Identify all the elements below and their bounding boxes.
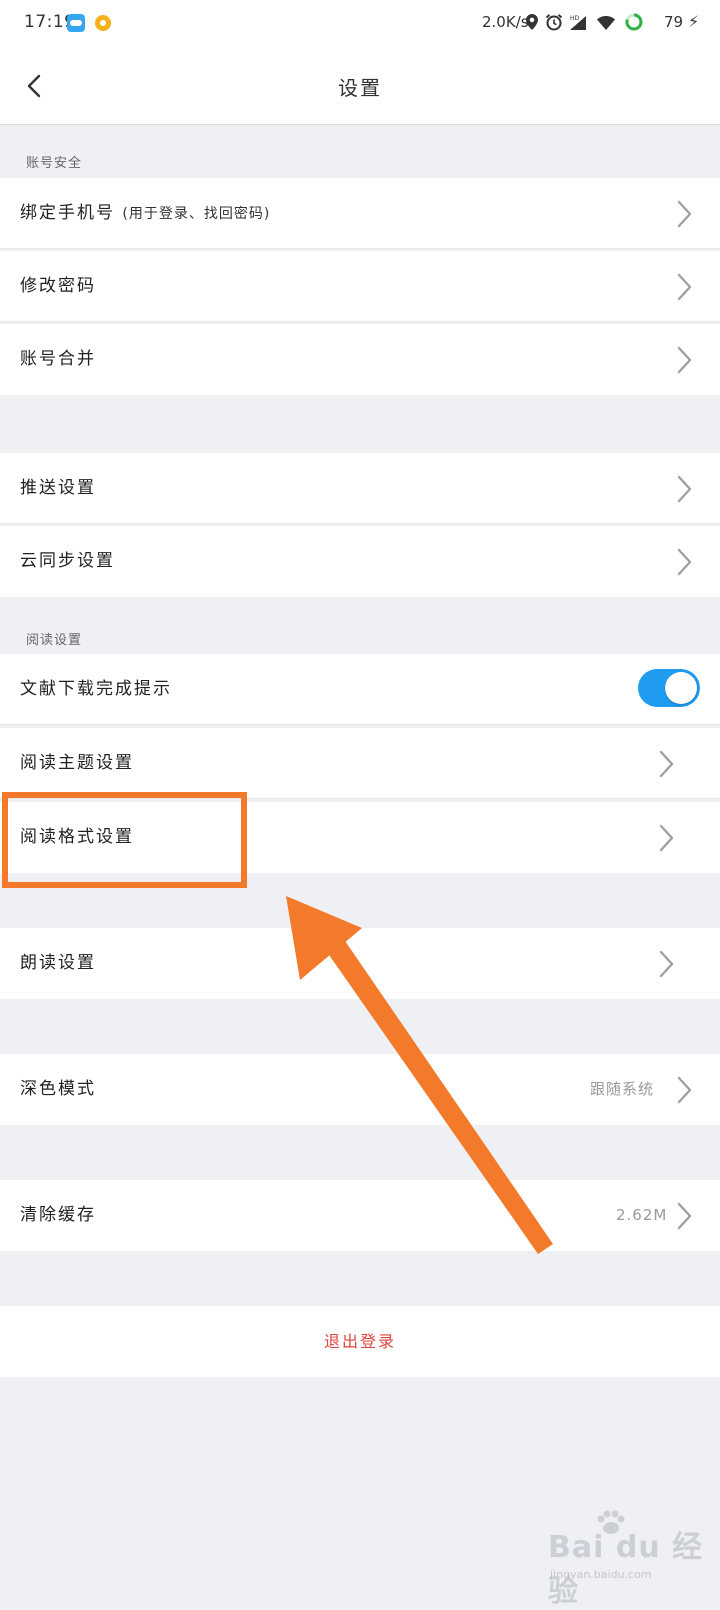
wifi-icon — [597, 16, 615, 30]
status-bar: 17:19 2.0K/s HD 79 ⚡ — [0, 0, 720, 48]
bind-phone-label: 绑定手机号 (用于登录、找回密码) — [20, 203, 271, 223]
watermark-url: jingyan.baidu.com — [550, 1568, 652, 1581]
bind-phone-row[interactable]: 绑定手机号 (用于登录、找回密码) — [0, 178, 720, 249]
logout-button[interactable]: 退出登录 — [0, 1306, 720, 1377]
clear-cache-label: 清除缓存 — [20, 1205, 96, 1225]
change-password-row[interactable]: 修改密码 — [0, 251, 720, 322]
location-icon — [526, 14, 538, 30]
dark-mode-value: 跟随系统 — [590, 1080, 655, 1098]
read-aloud-row[interactable]: 朗读设置 — [0, 928, 720, 999]
watermark-brand: Bai du 经验 — [548, 1530, 704, 1609]
alarm-icon — [545, 14, 563, 31]
page-title: 设置 — [338, 76, 382, 100]
bind-phone-hint: (用于登录、找回密码) — [122, 206, 271, 222]
reading-theme-label: 阅读主题设置 — [20, 753, 134, 773]
chevron-right-icon — [677, 548, 692, 576]
push-settings-row[interactable]: 推送设置 — [0, 453, 720, 524]
logout-label: 退出登录 — [323, 1332, 396, 1351]
merge-account-row[interactable]: 账号合并 — [0, 324, 720, 395]
reading-theme-row[interactable]: 阅读主题设置 — [0, 728, 720, 799]
clear-cache-row[interactable]: 清除缓存 2.62M — [0, 1180, 720, 1251]
push-settings-label: 推送设置 — [20, 478, 96, 498]
chevron-right-icon — [677, 200, 692, 228]
charging-bolt-icon: ⚡ — [688, 12, 700, 31]
read-aloud-label: 朗读设置 — [20, 953, 96, 973]
svg-text:HD: HD — [570, 15, 580, 22]
hd-signal-icon: HD — [570, 15, 586, 30]
cloud-sync-row[interactable]: 云同步设置 — [0, 526, 720, 597]
chevron-right-icon — [677, 1202, 692, 1230]
cloud-sync-label: 云同步设置 — [20, 551, 115, 571]
chevron-right-icon — [659, 750, 674, 778]
cloud-app-icon — [67, 14, 85, 32]
chevron-right-icon — [677, 346, 692, 374]
nav-bar: 设置 — [0, 48, 720, 125]
annotation-highlight-box — [2, 792, 247, 888]
baidu-jingyan-watermark: Bai du 经验 jingyan.baidu.com — [548, 1510, 708, 1609]
download-notice-toggle[interactable] — [638, 669, 700, 707]
battery-level: 79 — [664, 13, 684, 31]
section-header-reading: 阅读设置 — [26, 633, 83, 648]
battery-ring-icon — [625, 13, 643, 31]
section-header-account: 账号安全 — [26, 156, 83, 171]
dark-mode-row[interactable]: 深色模式 跟随系统 — [0, 1054, 720, 1125]
cache-size: 2.62M — [616, 1206, 668, 1224]
download-notice-label: 文献下载完成提示 — [20, 679, 172, 699]
change-password-label: 修改密码 — [20, 276, 96, 296]
chevron-right-icon — [659, 950, 674, 978]
chevron-right-icon — [677, 273, 692, 301]
chevron-right-icon — [677, 475, 692, 503]
toggle-knob — [665, 672, 697, 704]
cat-app-icon — [95, 15, 111, 31]
merge-account-label: 账号合并 — [20, 349, 96, 369]
dark-mode-label: 深色模式 — [20, 1079, 96, 1099]
chevron-right-icon — [677, 1076, 692, 1104]
chevron-right-icon — [659, 824, 674, 852]
download-notice-row: 文献下载完成提示 — [0, 654, 720, 725]
